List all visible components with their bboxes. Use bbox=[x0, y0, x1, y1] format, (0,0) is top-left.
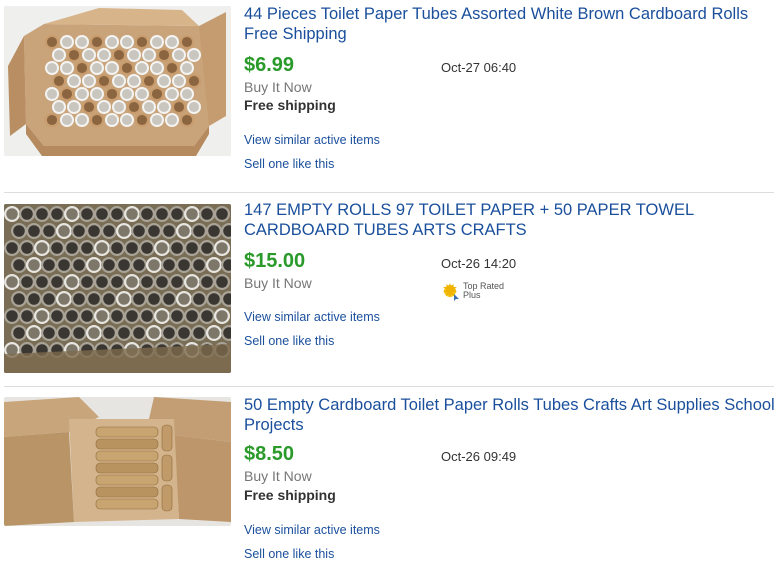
listing-title[interactable]: 147 EMPTY ROLLS 97 TOILET PAPER + 50 PAP… bbox=[244, 200, 776, 240]
listing-price: $6.99 bbox=[244, 54, 295, 76]
listing-time: Oct-26 09:49 bbox=[441, 449, 517, 464]
view-similar-link[interactable]: View similar active items bbox=[244, 522, 380, 538]
listing-format: Buy It Now bbox=[244, 79, 312, 95]
sell-one-like-this-link[interactable]: Sell one like this bbox=[244, 156, 334, 172]
sell-one-like-this-link[interactable]: Sell one like this bbox=[244, 333, 334, 349]
listing-item: 50 Empty Cardboard Toilet Paper Rolls Tu… bbox=[0, 387, 784, 572]
listing-item: 147 EMPTY ROLLS 97 TOILET PAPER + 50 PAP… bbox=[0, 193, 784, 386]
top-rated-plus-badge: Top Rated Plus bbox=[441, 281, 523, 301]
listing-title[interactable]: 44 Pieces Toilet Paper Tubes Assorted Wh… bbox=[244, 4, 776, 44]
listing-format: Buy It Now bbox=[244, 468, 312, 484]
listing-thumbnail[interactable] bbox=[4, 6, 231, 156]
listing-price: $15.00 bbox=[244, 250, 306, 272]
listing-shipping: Free shipping bbox=[244, 97, 336, 113]
top-rated-plus-label: Top Rated Plus bbox=[463, 281, 505, 300]
listing-shipping: Free shipping bbox=[244, 487, 336, 503]
view-similar-link[interactable]: View similar active items bbox=[244, 309, 380, 325]
listing-title[interactable]: 50 Empty Cardboard Toilet Paper Rolls Tu… bbox=[244, 395, 776, 435]
top-rated-plus-icon bbox=[443, 283, 459, 301]
search-results: 44 Pieces Toilet Paper Tubes Assorted Wh… bbox=[0, 0, 784, 572]
listing-price: $8.50 bbox=[244, 443, 295, 465]
listing-thumbnail[interactable] bbox=[4, 397, 231, 526]
sell-one-like-this-link[interactable]: Sell one like this bbox=[244, 546, 334, 562]
listing-time: Oct-27 06:40 bbox=[441, 60, 517, 75]
listing-thumbnail[interactable] bbox=[4, 204, 231, 373]
listing-item: 44 Pieces Toilet Paper Tubes Assorted Wh… bbox=[0, 0, 784, 192]
listing-time: Oct-26 14:20 bbox=[441, 256, 517, 271]
listing-format: Buy It Now bbox=[244, 275, 312, 291]
view-similar-link[interactable]: View similar active items bbox=[244, 132, 380, 148]
